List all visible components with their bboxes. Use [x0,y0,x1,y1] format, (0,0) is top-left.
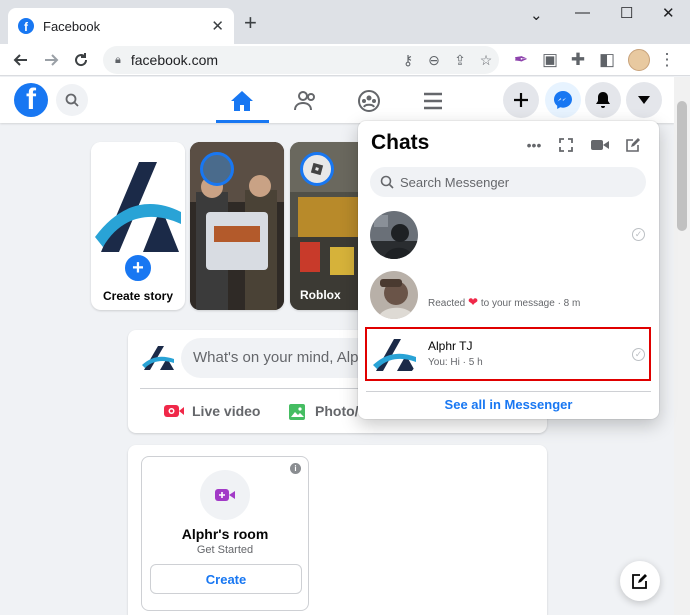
menu-hamburger-icon[interactable] [413,87,453,115]
story-avatar [200,152,234,186]
minimize-button[interactable]: — [575,4,590,21]
create-plus-button[interactable] [503,82,539,118]
forward-arrow-icon[interactable] [38,47,64,73]
extensions-puzzle-icon[interactable]: ✚ [565,47,591,73]
live-video-icon [164,405,184,417]
avatar [370,211,418,259]
chat-preview: Reacted ❤ to your message · 8 m [428,295,581,309]
key-icon[interactable]: ⚷ [395,52,421,69]
close-tab-icon[interactable]: ✕ [211,17,224,35]
story-card[interactable] [190,142,284,310]
chrome-menu-icon[interactable]: ⋮ [654,47,680,73]
side-panel-icon[interactable]: ◧ [594,47,620,73]
tab-title: Facebook [43,18,101,34]
browser-tab-strip: f Facebook ✕ + ⌄ — ☐ ✕ [0,0,690,44]
search-icon[interactable] [56,84,88,116]
avatar[interactable] [140,340,176,376]
chat-conversation[interactable]: Reacted ❤ to your message · 8 m [362,267,655,323]
sent-check-icon: ✓ [632,228,645,241]
page-scrollbar[interactable] [674,77,690,615]
story-label: Create story [102,289,174,303]
browser-tab[interactable]: f Facebook ✕ [8,8,234,44]
add-story-plus-icon[interactable]: + [122,252,154,284]
home-icon[interactable] [222,87,262,115]
lock-icon[interactable]: 🔒︎ [115,54,121,67]
see-all-in-messenger-link[interactable]: See all in Messenger [358,397,659,412]
new-tab-button[interactable]: + [244,12,257,34]
photo-icon [289,404,305,420]
roblox-avatar [300,152,334,186]
active-tab-indicator [216,120,269,123]
zoom-icon[interactable]: ⊖ [421,52,447,69]
room-title: Alphr's room [181,526,269,542]
photo-video-button[interactable]: Photo/v [288,398,366,424]
room-subtitle: Get Started [196,544,254,556]
close-window-button[interactable]: ✕ [662,4,675,22]
chats-title: Chats [371,131,430,154]
chat-conversation[interactable]: ✓ [362,207,655,263]
url-text: facebook.com [130,52,219,68]
story-label: Roblox [300,288,341,302]
create-story-card[interactable]: + Create story [91,142,185,310]
back-arrow-icon[interactable] [8,47,34,73]
browser-toolbar: 🔒︎ facebook.com ⚷ ⊖ ⇪ ☆ ✒ ▣ ✚ ◧ ⋮ [0,44,690,76]
extension-screenshot-icon[interactable]: ▣ [537,47,563,73]
divider [366,391,651,392]
account-chevron-down-icon[interactable] [626,82,662,118]
new-message-icon[interactable] [621,133,645,157]
heart-reaction-icon: ❤ [468,295,479,309]
more-options-icon[interactable]: ••• [522,133,546,157]
address-bar[interactable]: 🔒︎ facebook.com ⚷ ⊖ ⇪ ☆ [103,46,499,74]
room-card: i Alphr's room Get Started Create [141,456,309,611]
reload-icon[interactable] [68,47,94,73]
messenger-icon[interactable] [545,82,581,118]
search-icon [380,175,394,189]
profile-picture [91,142,185,268]
facebook-favicon-icon: f [18,18,34,34]
live-video-button[interactable]: Live video [163,398,260,424]
facebook-header: f [0,77,674,123]
highlight-box [365,327,651,381]
notifications-bell-icon[interactable] [585,82,621,118]
search-placeholder: Search Messenger [400,174,510,190]
rooms-section: i Alphr's room Get Started Create [128,445,547,615]
room-video-icon [200,470,250,520]
compose-icon [632,574,647,589]
chats-dropdown: Chats ••• Search Messenger ✓ Reacted ❤ t… [358,121,659,419]
share-icon[interactable]: ⇪ [447,52,473,69]
new-message-floating-button[interactable] [620,561,660,601]
scrollbar-thumb[interactable] [677,101,687,231]
avatar [370,271,418,319]
search-messenger-input[interactable]: Search Messenger [370,167,646,197]
new-room-video-icon[interactable] [588,133,612,157]
friends-icon[interactable] [286,87,326,115]
tab-search-chevron-icon[interactable]: ⌄ [530,6,543,24]
info-icon[interactable]: i [290,463,301,474]
maximize-button[interactable]: ☐ [620,4,633,22]
profile-avatar[interactable] [628,49,650,71]
expand-icon[interactable] [554,133,578,157]
facebook-logo-icon[interactable]: f [14,83,48,117]
create-room-button[interactable]: Create [150,564,302,594]
bookmark-star-icon[interactable]: ☆ [473,52,499,69]
groups-icon[interactable] [349,87,389,115]
extension-feather-icon[interactable]: ✒ [508,47,534,73]
